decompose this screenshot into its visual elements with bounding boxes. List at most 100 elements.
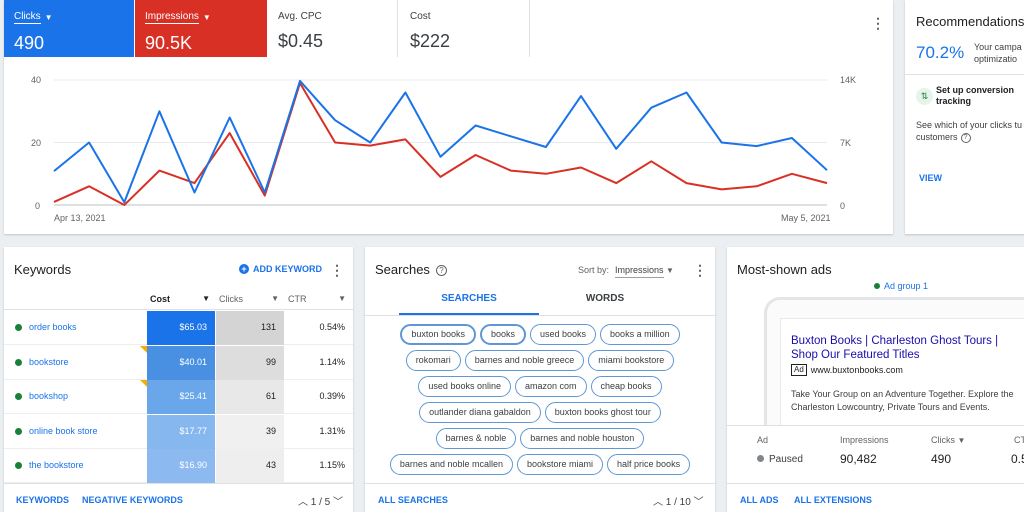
- keywords-link[interactable]: KEYWORDS: [16, 495, 69, 505]
- recommendations-card: Recommendations 70.2% Your campa optimiz…: [905, 0, 1024, 234]
- pager: ︿ 1 / 5 ﹀: [298, 493, 343, 508]
- keyword-link[interactable]: order books: [29, 322, 77, 332]
- clicks-cell: 39: [216, 414, 284, 449]
- metric-value: $222: [410, 31, 451, 51]
- all-extensions-link[interactable]: ALL EXTENSIONS: [794, 495, 872, 505]
- column-header-label: Clicks: [931, 435, 955, 445]
- warning-flag-icon: [140, 345, 147, 353]
- more-options-icon[interactable]: ⋮: [330, 263, 344, 277]
- y-left-tick: 40: [31, 75, 42, 85]
- page-up-icon[interactable]: ︿: [653, 497, 663, 508]
- series-line-clicks: [53, 82, 828, 206]
- search-term-chip[interactable]: barnes and noble houston: [520, 427, 645, 449]
- page-down-icon[interactable]: ﹀: [694, 497, 704, 508]
- search-term-chip[interactable]: bookstore miami: [517, 453, 604, 475]
- sort-by-control[interactable]: Sort by: Impressions ▼: [578, 265, 674, 278]
- column-header-label: CTR: [288, 294, 307, 304]
- search-term-chip[interactable]: outlander diana gabaldon: [419, 401, 541, 423]
- metric-value: 490: [14, 33, 45, 53]
- conversion-tracking-icon: ⇅: [916, 88, 933, 105]
- search-term-chip[interactable]: cheap books: [590, 375, 662, 397]
- search-term-chip[interactable]: books: [479, 323, 526, 345]
- searches-title-label: Searches: [375, 262, 430, 277]
- metric-clicks[interactable]: Clicks ▼ 490: [4, 0, 134, 57]
- metric-cost[interactable]: Cost $222: [400, 0, 530, 57]
- ad-preview[interactable]: Buxton Books | Charleston Ghost Tours | …: [780, 318, 1024, 432]
- page-up-icon[interactable]: ︿: [298, 497, 308, 508]
- cost-cell: $25.41: [147, 380, 215, 414]
- caret-down-icon: ▼: [271, 294, 279, 303]
- search-term-chip[interactable]: barnes and noble mcallen: [389, 453, 513, 475]
- search-term-chip[interactable]: amazon com: [514, 375, 587, 397]
- ads-footer: ALL ADS ALL EXTENSIONS: [727, 483, 1024, 512]
- negative-keywords-link[interactable]: NEGATIVE KEYWORDS: [82, 495, 183, 505]
- pager: ︿ 1 / 10 ﹀: [653, 493, 704, 508]
- search-term-chip[interactable]: used books: [530, 323, 597, 345]
- search-term-chip[interactable]: buxton books ghost tour: [544, 401, 661, 423]
- all-ads-link[interactable]: ALL ADS: [740, 495, 779, 505]
- more-options-icon[interactable]: ⋮: [871, 16, 885, 30]
- table-row[interactable]: the bookstore $16.90 43 1.15%: [4, 449, 353, 483]
- enabled-status-icon: [15, 324, 22, 331]
- enabled-status-icon: [15, 462, 22, 469]
- all-searches-link[interactable]: ALL SEARCHES: [378, 495, 448, 505]
- caret-down-icon: ▼: [202, 13, 211, 22]
- ctr-cell: 1.15%: [319, 460, 345, 470]
- search-term-chip[interactable]: buxton books: [400, 323, 476, 345]
- metric-label: Cost: [410, 11, 431, 22]
- search-term-chip[interactable]: used books online: [418, 375, 511, 397]
- search-term-chip[interactable]: half price books: [607, 453, 691, 475]
- search-term-chip[interactable]: miami bookstore: [588, 349, 675, 371]
- column-header-clicks[interactable]: Clicks ▼: [219, 294, 279, 304]
- table-row[interactable]: online book store $17.77 39 1.31%: [4, 414, 353, 449]
- tab-words[interactable]: WORDS: [535, 293, 675, 315]
- add-keyword-button[interactable]: + ADD KEYWORD: [239, 264, 322, 274]
- column-header-cost[interactable]: Cost ▼: [150, 294, 210, 304]
- chip-row: barnes & noble barnes and noble houston: [365, 425, 715, 451]
- metric-impressions[interactable]: Impressions ▼ 90.5K: [135, 0, 267, 57]
- view-button[interactable]: VIEW: [919, 173, 942, 183]
- metric-avg-cpc[interactable]: Avg. CPC $0.45: [268, 0, 398, 57]
- searches-footer: ALL SEARCHES ︿ 1 / 10 ﹀: [365, 483, 715, 512]
- cost-cell: $40.01: [147, 345, 215, 380]
- ad-url-text: www.buxtonbooks.com: [810, 365, 903, 375]
- recommendation-body: See which of your clicks tu customers?: [916, 119, 1022, 143]
- more-options-icon[interactable]: ⋮: [693, 263, 707, 277]
- clicks-cell: 61: [216, 380, 284, 414]
- score-description-line: optimizatio: [974, 54, 1018, 64]
- clicks-cell: 99: [216, 345, 284, 380]
- keyword-link[interactable]: bookshop: [29, 391, 68, 401]
- column-header-ctr: CT: [1014, 435, 1024, 445]
- help-icon[interactable]: ?: [435, 265, 447, 276]
- search-term-chip[interactable]: barnes and noble greece: [464, 349, 585, 371]
- ad-stats-table: Ad Impressions Clicks ▼ CT Paused 90,482…: [727, 425, 1024, 482]
- column-header-clicks[interactable]: Clicks ▼: [931, 435, 965, 445]
- search-term-chip[interactable]: rokomari: [405, 349, 461, 371]
- ad-headline[interactable]: Buxton Books | Charleston Ghost Tours | …: [791, 334, 1021, 362]
- x-start-label: Apr 13, 2021: [54, 213, 106, 223]
- caret-down-icon: ▼: [666, 266, 674, 275]
- ad-ctr-value: 0.5: [1011, 452, 1024, 466]
- cost-cell: $16.90: [147, 449, 215, 483]
- caret-down-icon: ▼: [44, 13, 53, 22]
- searches-card: Searches? Sort by: Impressions ▼ ⋮ SEARCH…: [365, 247, 715, 512]
- table-row[interactable]: bookshop $25.41 61 0.39%: [4, 380, 353, 414]
- chip-row: buxton books books used books books a milli…: [365, 321, 715, 347]
- enabled-status-icon: [15, 393, 22, 400]
- keyword-link[interactable]: the bookstore: [29, 460, 84, 470]
- keyword-link[interactable]: online book store: [29, 426, 98, 436]
- recommendation-body-line: See which of your clicks tu: [916, 120, 1023, 130]
- page-down-icon[interactable]: ﹀: [333, 497, 343, 508]
- help-icon[interactable]: ?: [960, 133, 971, 143]
- recommendation-body-line: customers: [916, 132, 958, 142]
- ctr-cell: 0.39%: [319, 391, 345, 401]
- search-term-chip[interactable]: barnes & noble: [435, 427, 517, 449]
- ad-group-link[interactable]: Ad group 1: [874, 281, 928, 291]
- table-row[interactable]: order books $65.03 131 0.54%: [4, 311, 353, 345]
- keyword-link[interactable]: bookstore: [29, 357, 69, 367]
- column-header-ctr[interactable]: CTR ▼: [288, 294, 346, 304]
- search-term-chip[interactable]: books a million: [600, 323, 680, 345]
- table-row[interactable]: bookstore $40.01 99 1.14%: [4, 345, 353, 380]
- tab-searches[interactable]: SEARCHES: [399, 293, 539, 315]
- column-header-impressions: Impressions: [840, 435, 889, 445]
